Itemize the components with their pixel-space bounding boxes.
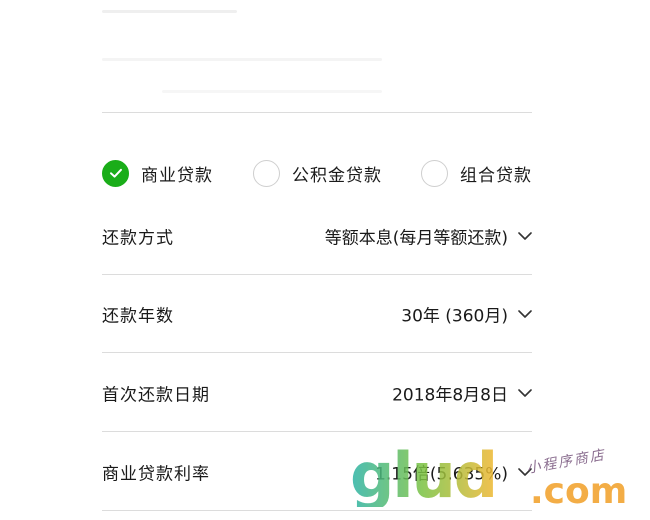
radio-checked[interactable] xyxy=(102,159,129,187)
chevron-down-icon xyxy=(518,465,532,479)
row-value: 等额本息(每月等额还款) xyxy=(324,228,508,249)
row-value: 1.15倍(5.635%) xyxy=(375,464,508,485)
row-value: 30年 (360月) xyxy=(401,306,508,327)
loan-calculator-page: 商业贷款 公积金贷款 组合贷款 还款方式 等额本息(每月等额还款) 还款年数 3… xyxy=(0,0,650,520)
loan-type-radio-group: 商业贷款 公积金贷款 组合贷款 xyxy=(102,156,542,190)
commercial-loan-rate-row[interactable]: 商业贷款利率 1.15倍(5.635%) xyxy=(102,433,532,511)
divider xyxy=(102,112,532,113)
loan-type-combined[interactable]: 组合贷款 xyxy=(421,159,532,187)
repayment-method-select[interactable]: 等额本息(每月等额还款) xyxy=(325,224,532,249)
row-value: 2018年8月8日 xyxy=(392,385,508,406)
loan-type-provident-fund[interactable]: 公积金贷款 xyxy=(253,159,382,187)
faded-text-line xyxy=(102,58,382,61)
chevron-down-icon xyxy=(518,307,532,321)
row-label: 还款方式 xyxy=(102,228,174,249)
first-repayment-date-row[interactable]: 首次还款日期 2018年8月8日 xyxy=(102,354,532,432)
repayment-years-row[interactable]: 还款年数 30年 (360月) xyxy=(102,275,532,353)
loan-type-commercial[interactable]: 商业贷款 xyxy=(102,159,213,187)
commercial-loan-rate-select[interactable]: 1.15倍(5.635%) xyxy=(375,460,532,485)
loan-type-label: 商业贷款 xyxy=(141,165,213,186)
watermark-tld: .com xyxy=(530,471,628,512)
first-repayment-date-select[interactable]: 2018年8月8日 xyxy=(392,381,532,406)
radio-unchecked[interactable] xyxy=(253,159,280,187)
repayment-years-select[interactable]: 30年 (360月) xyxy=(401,302,532,327)
check-icon xyxy=(109,168,122,178)
row-label: 商业贷款利率 xyxy=(102,464,210,485)
divider xyxy=(102,352,532,353)
faded-input-area xyxy=(102,0,532,112)
watermark-tagline: 小程序商店 xyxy=(525,447,607,477)
radio-unchecked[interactable] xyxy=(421,159,448,187)
loan-type-label: 组合贷款 xyxy=(460,165,532,186)
divider xyxy=(102,510,532,511)
row-label: 还款年数 xyxy=(102,306,174,327)
chevron-down-icon xyxy=(518,229,532,243)
chevron-down-icon xyxy=(518,386,532,400)
faded-text-line xyxy=(102,10,237,13)
row-label: 首次还款日期 xyxy=(102,385,210,406)
faded-text-line xyxy=(162,90,382,93)
loan-type-label: 公积金贷款 xyxy=(292,165,382,186)
divider xyxy=(102,431,532,432)
repayment-method-row[interactable]: 还款方式 等额本息(每月等额还款) xyxy=(102,197,532,275)
